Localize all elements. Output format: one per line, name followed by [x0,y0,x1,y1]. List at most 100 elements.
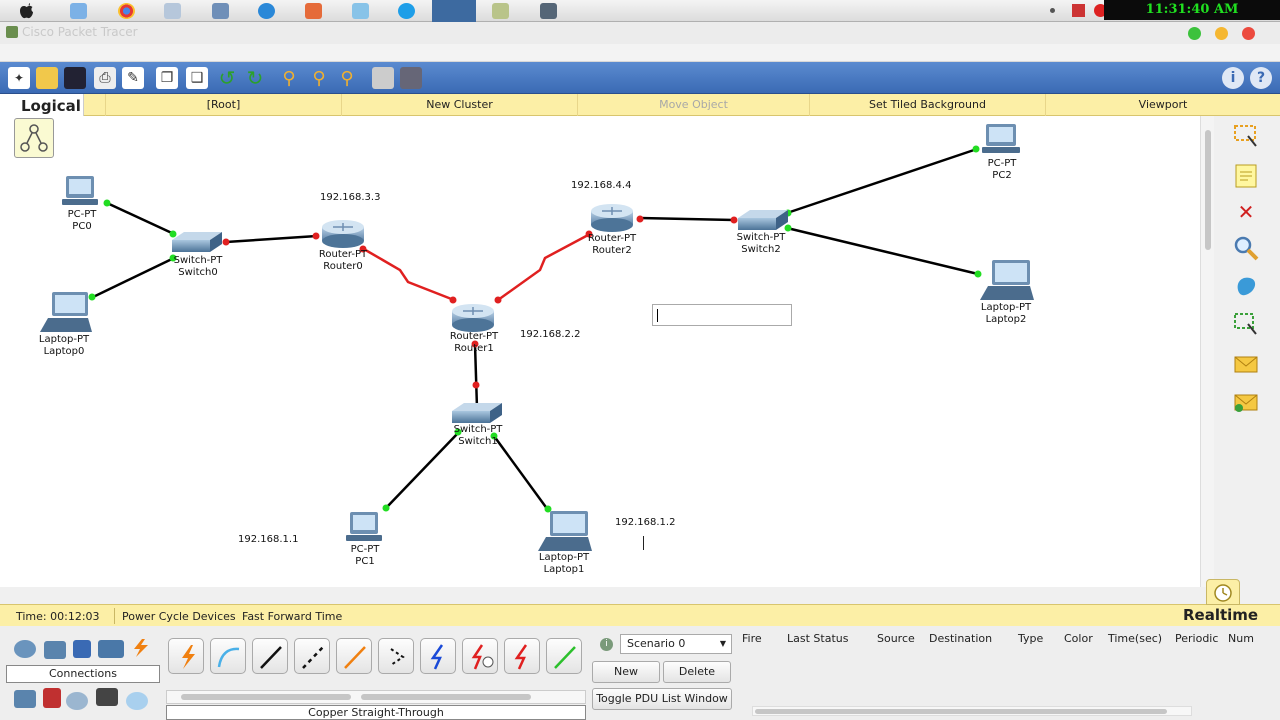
realtime-clock-icon[interactable] [1206,579,1240,605]
hubs-category-icon[interactable] [73,640,91,658]
note-edit-input[interactable] [652,304,792,326]
pdu-col-fire[interactable]: Fire [742,632,762,645]
router1-icon[interactable] [452,304,494,332]
switches-category-icon[interactable] [44,641,66,659]
note-pc1-ip[interactable]: 192.168.1.1 [238,534,298,545]
cluster-navigation-button[interactable] [14,118,54,158]
security-category-icon[interactable] [43,688,61,708]
maximize-button[interactable] [1188,27,1201,40]
pdu-col-color[interactable]: Color [1064,632,1093,645]
console-cable-button[interactable] [210,638,246,674]
chrome-icon[interactable] [118,3,135,19]
app-icon-7[interactable] [352,3,369,19]
apple-icon[interactable] [18,3,35,19]
link-switch2-pc2[interactable] [786,147,978,215]
serial-dte-button[interactable] [504,638,540,674]
logical-tab[interactable]: Logical [0,94,84,116]
pdu-col-num[interactable]: Num [1228,632,1254,645]
app-icon-6[interactable] [305,3,322,19]
wireless-category-icon[interactable] [98,640,124,658]
note-router1-ip[interactable]: 192.168.2.2 [520,329,580,340]
delete-scenario-button[interactable]: Delete [663,661,731,683]
paste-icon[interactable]: ❑ [186,67,208,89]
close-button[interactable] [1242,27,1255,40]
switch1-icon[interactable] [452,403,502,423]
note-router2-ip[interactable]: 192.168.4.4 [571,180,631,191]
switch2-icon[interactable] [738,210,788,230]
finder-folder-icon[interactable] [70,3,87,19]
inspect-icon[interactable] [1232,234,1260,262]
scenario-select[interactable]: Scenario 0 ▼ [620,634,732,654]
scrollbar-thumb[interactable] [755,709,1167,714]
link-router0-router1-serial[interactable] [361,246,455,302]
note-laptop1-ip[interactable]: 192.168.1.2 [615,517,675,528]
pc0-icon[interactable] [62,176,98,205]
help-icon[interactable]: ? [1250,67,1272,89]
serial-dce-button[interactable] [462,638,498,674]
note-router0-ip[interactable]: 192.168.3.3 [320,192,380,203]
calculator-icon[interactable] [212,3,229,19]
link-router2-switch2[interactable] [639,216,735,222]
end-devices-category-icon[interactable] [14,690,36,708]
root-button[interactable]: [Root] [105,94,341,116]
zoom-out-icon[interactable]: ⚲ [336,67,358,89]
link-switch0-router0[interactable] [225,234,318,244]
pdu-col-destination[interactable]: Destination [929,632,992,645]
print-icon[interactable]: ⎙ [94,67,116,89]
power-cycle-devices-button[interactable]: Power Cycle Devices [122,610,236,623]
open-folder-icon[interactable] [36,67,58,89]
pdu-col-time[interactable]: Time(sec) [1108,632,1162,645]
pdu-col-type[interactable]: Type [1018,632,1043,645]
coaxial-button[interactable] [420,638,456,674]
palette-icon[interactable] [372,67,394,89]
multiuser-category-icon[interactable] [126,692,148,710]
connections-category-icon[interactable] [128,638,150,657]
link-pc0-switch0[interactable] [106,201,175,236]
draw-shape-icon[interactable] [1232,272,1260,300]
toggle-pdu-list-button[interactable]: Toggle PDU List Window [592,688,732,710]
link-switch2-laptop2[interactable] [786,226,979,276]
undo-icon[interactable]: ↺ [216,66,238,90]
laptop0-icon[interactable] [40,292,92,332]
custom-devices-category-icon[interactable] [96,688,118,706]
add-complex-pdu-icon[interactable] [1232,388,1260,416]
pdu-col-source[interactable]: Source [877,632,915,645]
link-laptop0-switch0[interactable] [90,256,175,300]
info-icon[interactable]: i [1222,67,1244,89]
wan-emulation-category-icon[interactable] [66,692,88,710]
link-router1-router2-serial[interactable] [497,232,591,302]
resize-shape-icon[interactable] [1232,310,1260,338]
place-note-icon[interactable] [1232,162,1260,190]
scrollbar-thumb[interactable] [361,694,531,700]
copy-icon[interactable]: ❐ [156,67,178,89]
save-icon[interactable] [64,67,86,89]
custom-device-icon[interactable] [400,67,422,89]
app-icon-11[interactable] [540,3,557,19]
octal-cable-button[interactable] [546,638,582,674]
set-tiled-background-button[interactable]: Set Tiled Background [809,94,1045,116]
activity-wizard-icon[interactable]: ✎ [122,67,144,89]
app-icon-10[interactable] [492,3,509,19]
copper-cross-over-button[interactable] [294,638,330,674]
pdu-list-scrollbar[interactable] [752,706,1192,716]
scrollbar-thumb[interactable] [1205,130,1211,250]
router0-icon[interactable] [322,220,364,248]
phone-button[interactable] [378,638,414,674]
switch0-icon[interactable] [172,232,222,252]
scrollbar-thumb[interactable] [181,694,351,700]
pc1-icon[interactable] [346,512,382,541]
pdu-col-periodic[interactable]: Periodic [1175,632,1218,645]
delete-icon[interactable]: ✕ [1232,198,1260,226]
tray-flag-icon[interactable] [1072,4,1085,17]
routers-category-icon[interactable] [14,640,36,658]
copper-straight-through-button[interactable] [252,638,288,674]
redo-icon[interactable]: ↻ [244,66,266,90]
laptop1-icon[interactable] [538,511,592,551]
pc2-icon[interactable] [982,124,1020,153]
pdu-col-last-status[interactable]: Last Status [787,632,848,645]
fiber-button[interactable] [336,638,372,674]
safari-icon[interactable] [258,3,275,19]
move-object-button[interactable]: Move Object [577,94,809,116]
scenario-info-icon[interactable]: i [600,638,613,651]
viewport-button[interactable]: Viewport [1045,94,1280,116]
